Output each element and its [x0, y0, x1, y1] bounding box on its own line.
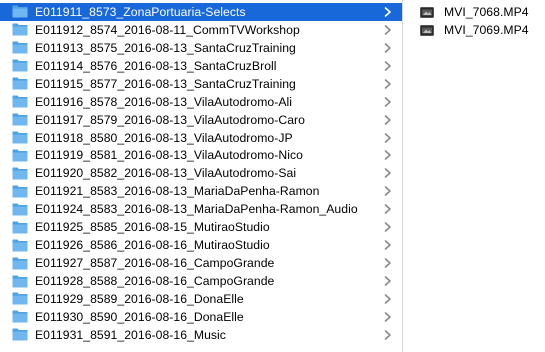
folder-icon: [12, 41, 28, 54]
folder-name: E011929_8589_2016-08-16_DonaElle: [35, 291, 244, 306]
folder-name: E011916_8578_2016-08-13_VilaAutodromo-Al…: [35, 94, 293, 109]
folder-row[interactable]: E011919_8581_2016-08-13_VilaAutodromo-Ni…: [0, 147, 402, 165]
chevron-right-icon: [384, 43, 391, 53]
folder-name: E011924_8583_2016-08-13_MariaDaPenha-Ram…: [35, 202, 358, 217]
file-column[interactable]: MVI_7068.MP4 MVI_7069.MP4: [410, 0, 545, 352]
folder-row[interactable]: E011916_8578_2016-08-13_VilaAutodromo-Al…: [0, 93, 402, 111]
folder-name: E011913_8575_2016-08-13_SantaCruzTrainin…: [35, 40, 296, 55]
chevron-right-icon: [384, 204, 391, 215]
chevron-right-icon: [384, 25, 391, 35]
chevron-right-icon: [384, 132, 391, 143]
movie-file-icon: [420, 24, 434, 36]
chevron-right-icon: [384, 330, 391, 340]
folder-name: E011919_8581_2016-08-13_VilaAutodromo-Ni…: [35, 148, 303, 163]
folder-row[interactable]: E011927_8587_2016-08-16_CampoGrande: [0, 254, 402, 272]
folder-row[interactable]: E011928_8588_2016-08-16_CampoGrande: [0, 272, 402, 290]
folder-row[interactable]: E011921_8583_2016-08-13_MariaDaPenha-Ram…: [0, 182, 402, 200]
folder-row[interactable]: E011929_8589_2016-08-16_DonaElle: [0, 290, 402, 308]
folder-name: E011918_8580_2016-08-13_VilaAutodromo-JP: [35, 130, 293, 145]
folder-name: E011925_8585_2016-08-15_MutiraoStudio: [35, 220, 270, 235]
chevron-right-icon: [384, 60, 391, 71]
folder-icon: [12, 131, 28, 144]
folder-column[interactable]: E011911_8573_ZonaPortuaria-Selects E0119…: [0, 0, 403, 352]
folder-icon: [12, 113, 28, 126]
folder-icon: [12, 292, 28, 305]
folder-name: E011928_8588_2016-08-16_CampoGrande: [35, 274, 275, 289]
folder-icon: [12, 328, 28, 341]
chevron-right-icon: [384, 96, 391, 107]
folder-row[interactable]: E011917_8579_2016-08-13_VilaAutodromo-Ca…: [0, 111, 402, 129]
chevron-right-icon: [384, 7, 391, 17]
chevron-right-icon: [384, 150, 391, 161]
chevron-right-icon: [384, 294, 391, 304]
folder-icon: [12, 5, 28, 18]
movie-file-icon: [420, 6, 434, 18]
folder-name: E011926_8586_2016-08-16_MutiraoStudio: [35, 238, 270, 253]
folder-row[interactable]: E011913_8575_2016-08-13_SantaCruzTrainin…: [0, 39, 402, 57]
folder-icon: [12, 239, 28, 252]
chevron-right-icon: [384, 114, 391, 125]
folder-row[interactable]: E011915_8577_2016-08-13_SantaCruzTrainin…: [0, 75, 402, 93]
folder-row[interactable]: E011926_8586_2016-08-16_MutiraoStudio: [0, 236, 402, 254]
folder-icon: [12, 203, 28, 216]
folder-icon: [12, 310, 28, 323]
folder-name: E011931_8591_2016-08-16_Music: [35, 327, 226, 342]
folder-icon: [12, 95, 28, 108]
folder-icon: [12, 275, 28, 288]
chevron-right-icon: [384, 78, 391, 89]
folder-name: E011921_8583_2016-08-13_MariaDaPenha-Ram…: [35, 184, 320, 199]
folder-name: E011927_8587_2016-08-16_CampoGrande: [35, 256, 275, 271]
chevron-right-icon: [384, 258, 391, 268]
file-row[interactable]: MVI_7069.MP4: [410, 21, 545, 39]
folder-name: E011917_8579_2016-08-13_VilaAutodromo-Ca…: [35, 112, 305, 127]
folder-icon: [12, 149, 28, 162]
folder-name: E011914_8576_2016-08-13_SantaCruzBroll: [35, 58, 277, 73]
folder-row[interactable]: E011918_8580_2016-08-13_VilaAutodromo-JP: [0, 129, 402, 147]
folder-row[interactable]: E011931_8591_2016-08-16_Music: [0, 326, 402, 344]
file-name: MVI_7068.MP4: [444, 5, 529, 19]
folder-name: E011912_8574_2016-08-11_CommTVWorkshop: [35, 22, 300, 37]
folder-row[interactable]: E011930_8590_2016-08-16_DonaElle: [0, 308, 402, 326]
chevron-right-icon: [384, 222, 391, 233]
finder-column-browser: E011911_8573_ZonaPortuaria-Selects E0119…: [0, 0, 545, 352]
folder-row[interactable]: E011914_8576_2016-08-13_SantaCruzBroll: [0, 57, 402, 75]
folder-row[interactable]: E011925_8585_2016-08-15_MutiraoStudio: [0, 218, 402, 236]
folder-row[interactable]: E011924_8583_2016-08-13_MariaDaPenha-Ram…: [0, 200, 402, 218]
folder-icon: [12, 167, 28, 180]
chevron-right-icon: [384, 312, 391, 322]
folder-name: E011915_8577_2016-08-13_SantaCruzTrainin…: [35, 76, 296, 91]
folder-name: E011911_8573_ZonaPortuaria-Selects: [35, 4, 246, 19]
chevron-right-icon: [384, 240, 391, 250]
folder-icon: [12, 185, 28, 198]
chevron-right-icon: [384, 168, 391, 179]
folder-icon: [12, 23, 28, 36]
chevron-right-icon: [384, 276, 391, 286]
folder-icon: [12, 77, 28, 90]
folder-name: E011930_8590_2016-08-16_DonaElle: [35, 309, 244, 324]
file-name: MVI_7069.MP4: [444, 23, 529, 37]
chevron-right-icon: [384, 186, 391, 197]
folder-icon: [12, 59, 28, 72]
folder-icon: [12, 221, 28, 234]
file-row[interactable]: MVI_7068.MP4: [410, 3, 545, 21]
folder-name: E011920_8582_2016-08-13_VilaAutodromo-Sa…: [35, 166, 297, 181]
folder-row-selected[interactable]: E011911_8573_ZonaPortuaria-Selects: [0, 3, 402, 21]
folder-icon: [12, 257, 28, 270]
folder-row[interactable]: E011920_8582_2016-08-13_VilaAutodromo-Sa…: [0, 164, 402, 182]
folder-row[interactable]: E011912_8574_2016-08-11_CommTVWorkshop: [0, 21, 402, 39]
